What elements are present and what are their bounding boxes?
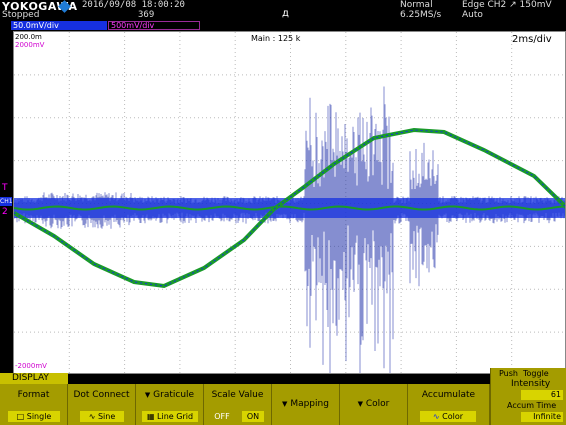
accumulate-button[interactable]: Accumulate ∿ Color (408, 384, 490, 425)
intensity-label: Intensity (511, 379, 551, 389)
ch1-noise-band (14, 86, 565, 373)
toggle-label: Toggle (523, 369, 549, 378)
mapping-button[interactable]: ▼ Mapping (272, 384, 340, 425)
ch2-top-scale: 2000mV (15, 41, 45, 49)
push-label: Push (499, 369, 518, 378)
ch1-top-scale: 200.0m (15, 33, 42, 41)
accumulate-value: ∿ Color (420, 411, 476, 422)
ch1-scale-badge[interactable]: 50.0mV/div (11, 21, 107, 30)
ch1-trace (14, 86, 565, 373)
format-value: □ Single (8, 411, 60, 422)
timebase-label: 2ms/div (512, 34, 552, 45)
dot-connect-button[interactable]: Dot Connect ∿ Sine (68, 384, 136, 425)
color-title: Color (365, 399, 390, 409)
acquisition-status: Stopped (2, 10, 40, 20)
scale-value-off: OFF (210, 411, 234, 422)
chevron-down-icon: ▼ (357, 400, 363, 408)
waveform-icon: ∿ (432, 412, 440, 421)
trigger-setting: Edge CH2 ↗ 150mV (462, 0, 552, 10)
trigger-position-icon: д (282, 8, 289, 19)
graticule-label: ▼ Graticule (136, 390, 203, 400)
trigger-level-marker[interactable]: T (2, 183, 8, 193)
dot-connect-value-label: Sine (97, 412, 116, 421)
graticule-value: ▦ Line Grid (142, 411, 198, 422)
graticule-button[interactable]: ▼ Graticule ▦ Line Grid (136, 384, 204, 425)
scale-value-button[interactable]: Scale Value OFF ON (204, 384, 272, 425)
scale-value-label: Scale Value (211, 390, 264, 400)
accumulate-label: Accumulate (421, 390, 476, 400)
display-menu-tab[interactable]: DISPLAY (0, 373, 68, 384)
ch2-scale-badge[interactable]: 500mV/div (108, 21, 200, 30)
trigger-auto-mode: Auto (462, 10, 483, 20)
ch1-scale-label: 50.0mV/div (13, 21, 59, 30)
timestamp: 2016/09/08 18:00:20 (82, 0, 185, 10)
ch2-bottom-scale: -2000mV (15, 362, 47, 370)
mapping-title: Mapping (290, 399, 329, 409)
graticule-value-label: Line Grid (157, 412, 194, 421)
sine-icon: ∿ (88, 412, 96, 421)
mapping-label: ▼ Mapping (272, 399, 339, 409)
accumulate-value-label: Color (442, 412, 464, 421)
chevron-down-icon: ▼ (282, 400, 288, 408)
waveform-plot (14, 32, 565, 373)
scale-value-on: ON (242, 411, 264, 422)
format-button[interactable]: Format □ Single (0, 384, 68, 425)
intensity-panel[interactable]: Push Toggle Intensity 61 Accum Time Infi… (490, 368, 566, 425)
color-button[interactable]: ▼ Color (340, 384, 408, 425)
sample-rate: 6.25MS/s (400, 10, 442, 20)
graticule-title: Graticule (153, 390, 195, 400)
acquisition-count: 369 (138, 10, 155, 20)
dot-connect-value: ∿ Sine (80, 411, 124, 422)
accum-time-value[interactable]: Infinite (521, 412, 563, 422)
format-label: Format (17, 390, 50, 400)
dot-connect-label: Dot Connect (73, 390, 130, 400)
chevron-down-icon: ▼ (144, 391, 151, 399)
color-label: ▼ Color (340, 399, 407, 409)
ch2-offset-marker[interactable]: 2 (2, 207, 8, 217)
waveform-display[interactable] (13, 31, 566, 374)
intensity-value[interactable]: 61 (521, 390, 563, 400)
format-value-label: Single (26, 412, 52, 421)
trigger-mode-normal: Normal (400, 0, 433, 10)
main-record-length: Main : 125 k (251, 34, 301, 43)
accum-time-label: Accum Time (507, 401, 557, 410)
ch2-scale-label: 500mV/div (111, 21, 155, 30)
ch1-offset-marker[interactable]: CH1 (0, 197, 13, 206)
grid-icon: ▦ (146, 412, 155, 421)
square-icon: □ (16, 412, 25, 421)
